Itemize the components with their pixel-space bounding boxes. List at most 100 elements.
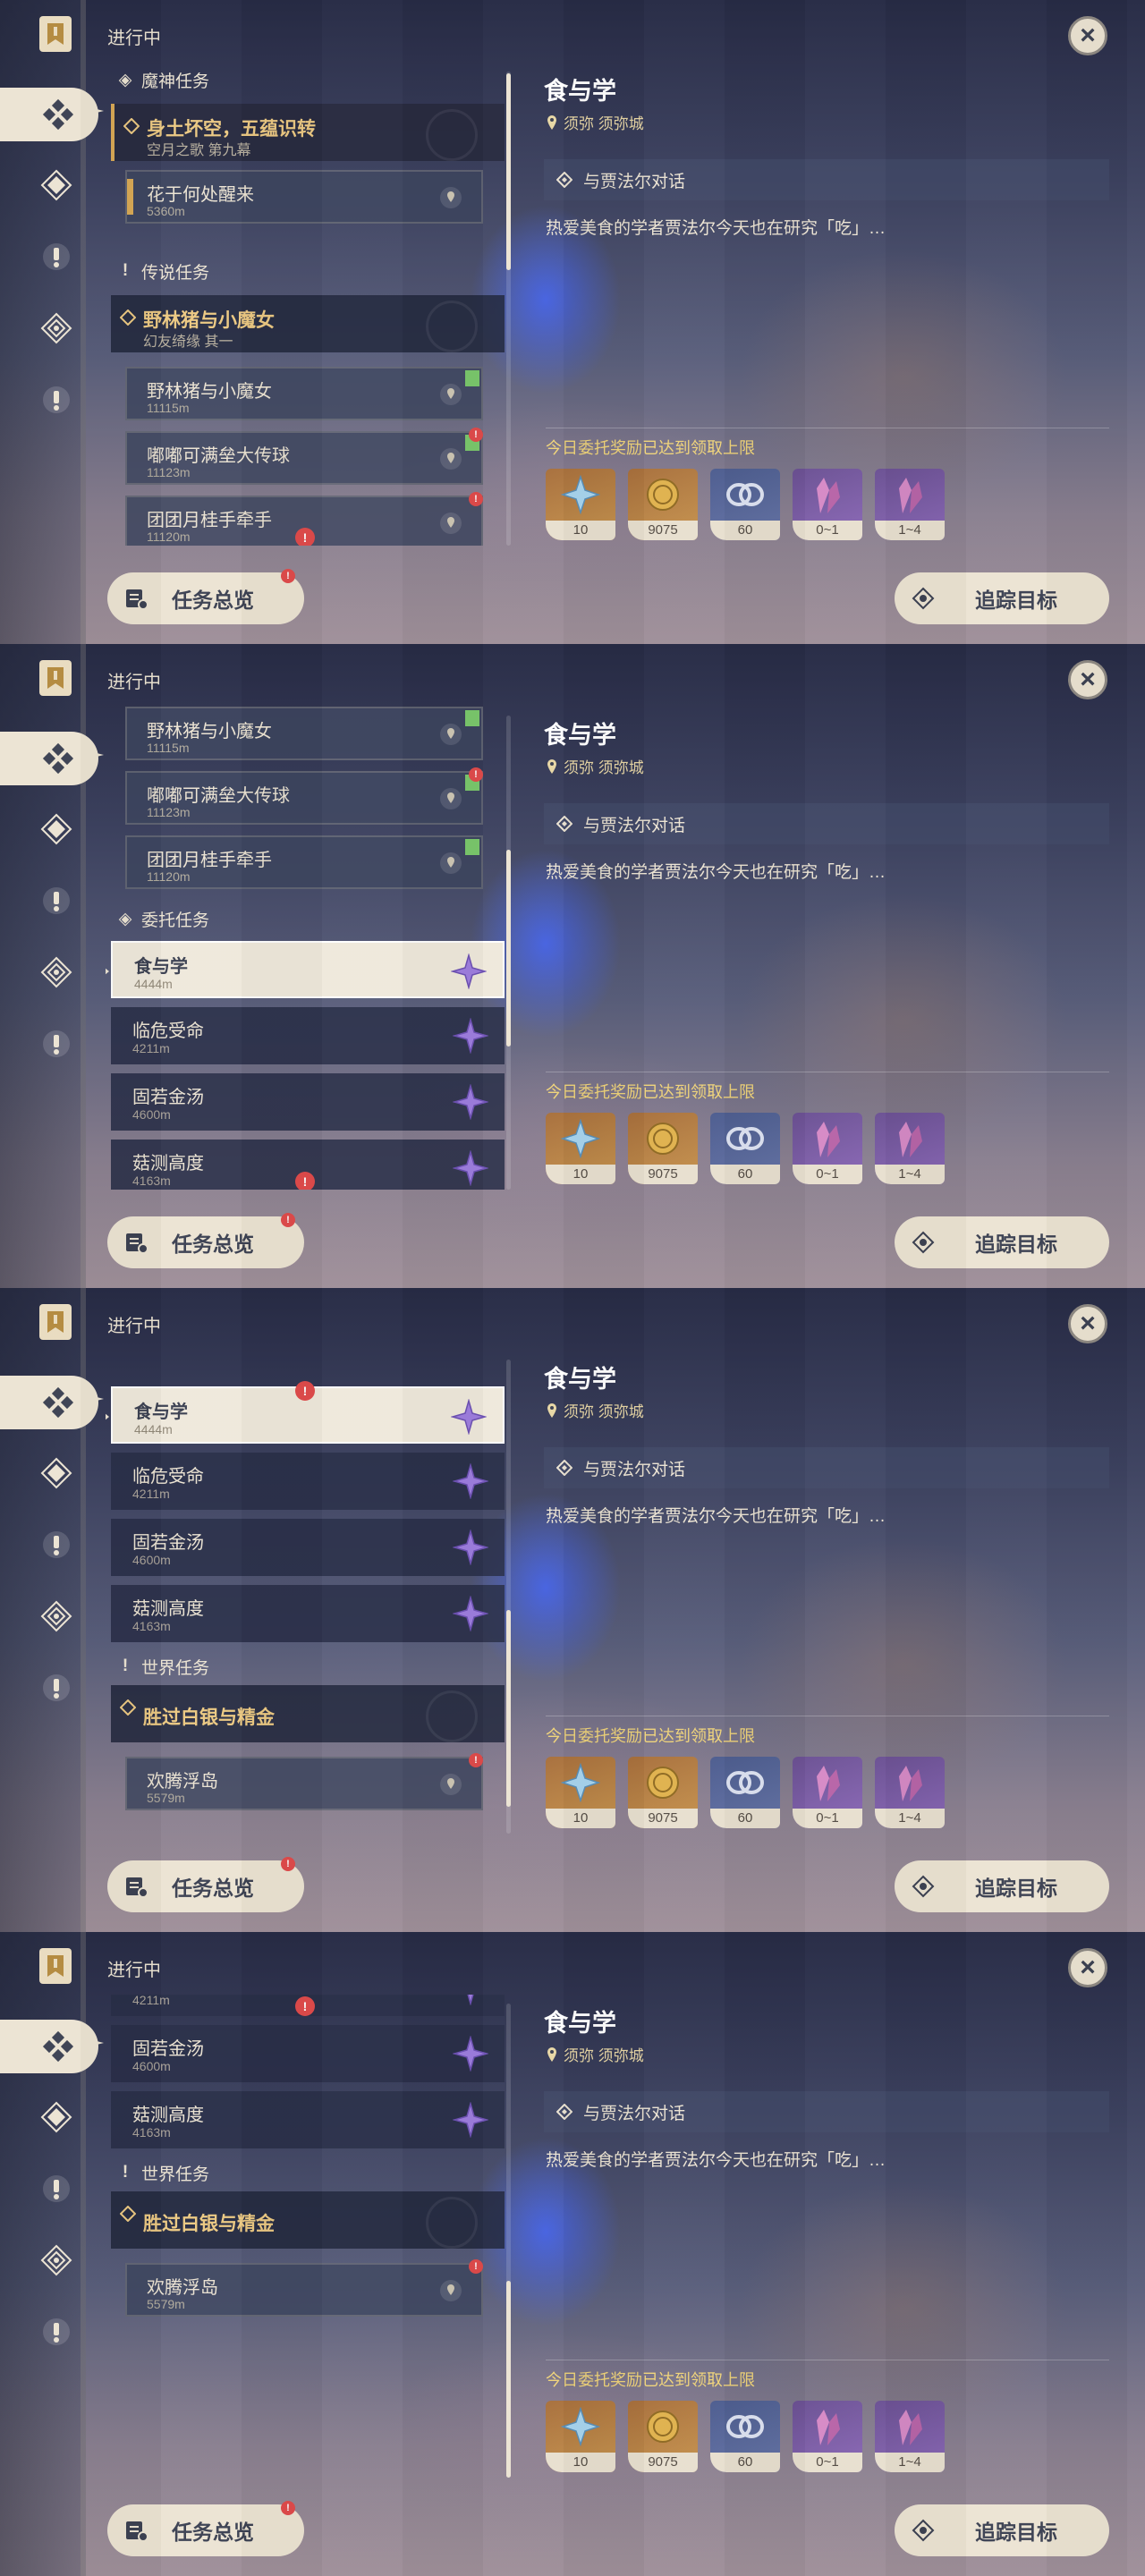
reward-adventure-exp[interactable]: 60 (710, 469, 780, 540)
track-target-button[interactable]: 追踪目标 (895, 1216, 1109, 1268)
track-target-button[interactable]: 追踪目标 (895, 2504, 1109, 2556)
tab-archon-quests[interactable] (36, 809, 77, 850)
track-icon (907, 1226, 939, 1258)
reward-adventure-exp[interactable]: 60 (710, 1113, 780, 1184)
commission-item[interactable]: 菇测高度 4163m (111, 2091, 505, 2148)
reward-crystal[interactable]: 1~4 (875, 469, 945, 540)
tab-world-quests[interactable] (36, 1667, 77, 1708)
reward-crystal[interactable]: 0~1 (793, 1757, 862, 1828)
reward-crystal[interactable]: 1~4 (875, 1757, 945, 1828)
quest-list[interactable]: ◈ 魔神任务 身土坏空，五蕴识转 空月之歌 第九幕 花于何处醒来 5360m ! 传… (106, 63, 508, 546)
quest-list[interactable]: 食与学 4444m ! 临危受命 4211m 固若金汤 4600m 菇测高度 4… (106, 1351, 508, 1834)
track-target-button[interactable]: 追踪目标 (895, 572, 1109, 624)
list-item[interactable]: 花于何处醒来 5360m (125, 170, 483, 224)
tab-story-quests[interactable] (36, 1524, 77, 1565)
adventure-exp-icon (710, 1757, 780, 1809)
commission-item[interactable]: 临危受命 4211m (111, 1453, 505, 1510)
tab-story-quests[interactable] (36, 2168, 77, 2209)
reward-mora[interactable]: 9075 (628, 2401, 698, 2472)
list-item[interactable]: 野林猪与小魔女 11115m (125, 367, 483, 420)
tab-archon-quests[interactable] (36, 2097, 77, 2138)
quest-book-icon (39, 660, 72, 696)
tab-all-quests[interactable] (0, 732, 98, 785)
close-button[interactable]: × (1068, 1948, 1107, 1987)
quest-header[interactable]: 胜过白银与精金 (111, 2191, 505, 2249)
reward-crystal[interactable]: 0~1 (793, 1113, 862, 1184)
location-pin-icon[interactable] (440, 1774, 462, 1795)
tab-commission-quests[interactable] (36, 2240, 77, 2281)
scroll-thumb[interactable] (506, 73, 511, 270)
alert-icon: ! (469, 2259, 483, 2274)
quest-overview-button[interactable]: 任务总览 ! (107, 569, 304, 624)
quest-overview-button[interactable]: 任务总览 ! (107, 1857, 304, 1912)
tab-story-quests[interactable] (36, 236, 77, 277)
scroll-thumb[interactable] (506, 850, 511, 1046)
reward-crystal[interactable]: 1~4 (875, 1113, 945, 1184)
location-pin-icon[interactable] (440, 724, 462, 745)
commission-item[interactable]: 菇测高度 4163m (111, 1585, 505, 1642)
quest-list[interactable]: 临危受命 4211m ! 固若金汤 4600m 菇测高度 4163m !世界任务… (106, 1995, 508, 2478)
reward-crystal[interactable]: 0~1 (793, 469, 862, 540)
list-item[interactable]: 欢腾浮岛 5579m ! (125, 1753, 483, 1810)
location-pin-icon[interactable] (440, 384, 462, 405)
all-quests-icon (38, 2026, 79, 2067)
commission-item[interactable]: 固若金汤 4600m (111, 2025, 505, 2082)
quest-overview-button[interactable]: 任务总览 ! (107, 1213, 304, 1268)
location-pin-icon[interactable] (440, 448, 462, 470)
detail-description: 热爱美食的学者贾法尔今天也在研究「吃」… (546, 863, 886, 882)
category-world: ! 世界任务 (116, 1653, 209, 1680)
tab-commission-quests[interactable] (36, 952, 77, 993)
commission-item[interactable]: 固若金汤 4600m (111, 1073, 505, 1131)
reward-adventure-exp[interactable]: 60 (710, 1757, 780, 1828)
tab-all-quests[interactable] (0, 88, 98, 141)
tab-all-quests[interactable] (0, 1376, 98, 1429)
tab-commission-quests[interactable] (36, 308, 77, 349)
commission-item[interactable]: 固若金汤 4600m (111, 1519, 505, 1576)
location-pin-icon[interactable] (440, 513, 462, 534)
quest-list[interactable]: 野林猪与小魔女 11115m 嘟嘟可满垒大传球 11123m ! 团团月桂手牵手… (106, 707, 508, 1190)
reward-primogem[interactable]: 10 (546, 1113, 615, 1184)
close-button[interactable]: × (1068, 660, 1107, 699)
quest-header[interactable]: 身土坏空，五蕴识转 空月之歌 第九幕 (111, 104, 505, 161)
scroll-thumb[interactable] (506, 2281, 511, 2478)
quest-overview-button[interactable]: 任务总览 ! (107, 2501, 304, 2556)
location-pin-icon[interactable] (440, 788, 462, 809)
alert-icon: ! (469, 428, 483, 442)
tab-story-quests[interactable] (36, 880, 77, 921)
tab-all-quests[interactable] (0, 2020, 98, 2073)
commission-item[interactable]: 临危受命 4211m (111, 1007, 505, 1064)
reward-primogem[interactable]: 10 (546, 1757, 615, 1828)
tab-archon-quests[interactable] (36, 1453, 77, 1494)
tab-world-quests[interactable] (36, 1023, 77, 1064)
reward-primogem[interactable]: 10 (546, 2401, 615, 2472)
quest-header[interactable]: 野林猪与小魔女 幻友绮缘 其一 (111, 295, 505, 352)
list-item[interactable]: 嘟嘟可满垒大传球 11123m ! (125, 428, 483, 485)
tab-world-quests[interactable] (36, 2311, 77, 2352)
reward-crystal[interactable]: 0~1 (793, 2401, 862, 2472)
primogem-icon (546, 469, 615, 521)
commission-item[interactable]: 食与学 4444m (106, 941, 505, 998)
tab-archon-quests[interactable] (36, 165, 77, 206)
close-button[interactable]: × (1068, 1304, 1107, 1343)
reward-primogem[interactable]: 10 (546, 469, 615, 540)
close-button[interactable]: × (1068, 16, 1107, 55)
track-target-button[interactable]: 追踪目标 (895, 1860, 1109, 1912)
reward-mora[interactable]: 9075 (628, 469, 698, 540)
detail-title: 食与学 (544, 1366, 616, 1393)
reward-label: 今日委托奖励已达到领取上限 (546, 2371, 755, 2389)
scroll-thumb[interactable] (506, 1610, 511, 1807)
tab-commission-quests[interactable] (36, 1596, 77, 1637)
list-item[interactable]: 欢腾浮岛 5579m ! (125, 2259, 483, 2317)
tab-world-quests[interactable] (36, 379, 77, 420)
list-item[interactable]: 团团月桂手牵手 11120m (125, 835, 483, 889)
list-item[interactable]: 野林猪与小魔女 11115m (125, 707, 483, 760)
location-pin-icon[interactable] (440, 852, 462, 874)
location-pin-icon[interactable] (440, 2280, 462, 2301)
reward-adventure-exp[interactable]: 60 (710, 2401, 780, 2472)
reward-mora[interactable]: 9075 (628, 1757, 698, 1828)
reward-mora[interactable]: 9075 (628, 1113, 698, 1184)
reward-crystal[interactable]: 1~4 (875, 2401, 945, 2472)
location-pin-icon[interactable] (440, 187, 462, 208)
list-item[interactable]: 嘟嘟可满垒大传球 11123m ! (125, 767, 483, 825)
quest-header[interactable]: 胜过白银与精金 (111, 1685, 505, 1742)
